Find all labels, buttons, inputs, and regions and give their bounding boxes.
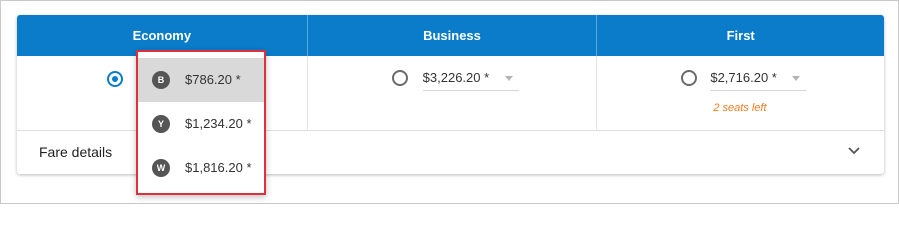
caret-down-icon (504, 76, 513, 81)
fare-option-w[interactable]: W $1,816.20 * (138, 146, 264, 190)
fare-details-label: Fare details (39, 144, 113, 160)
fare-class-badge: Y (152, 115, 170, 133)
fare-option-price: $786.20 * (185, 72, 241, 87)
fare-option-price: $1,816.20 * (185, 160, 252, 175)
business-price: $3,226.20 * (422, 70, 490, 85)
fare-class-badge: W (152, 159, 170, 177)
fare-option-price: $1,234.20 * (185, 116, 252, 131)
first-cell: $2,716.20 * 2 seats left (597, 56, 884, 130)
fare-option-y[interactable]: Y $1,234.20 * (138, 102, 264, 146)
header-business: Business (308, 15, 598, 56)
economy-radio[interactable] (107, 71, 123, 87)
seats-left-note: 2 seats left (713, 102, 767, 114)
first-fare-select[interactable]: $2,716.20 * (710, 68, 807, 91)
business-radio[interactable] (391, 70, 408, 86)
window-frame: Economy Business First $3,226.20 * $2,71… (0, 0, 899, 204)
business-cell: $3,226.20 * (308, 56, 598, 130)
fare-class-badge: B (152, 71, 170, 89)
fare-option-b[interactable]: B $786.20 * (138, 58, 264, 102)
first-price: $2,716.20 * (710, 70, 777, 85)
header-first: First (726, 28, 755, 43)
business-fare-select[interactable]: $3,226.20 * (422, 68, 519, 91)
caret-down-icon (792, 76, 801, 81)
first-radio[interactable] (681, 70, 698, 86)
economy-fare-dropdown: B $786.20 * Y $1,234.20 * W $1,816.20 * (136, 50, 266, 195)
chevron-down-icon[interactable] (846, 142, 862, 158)
